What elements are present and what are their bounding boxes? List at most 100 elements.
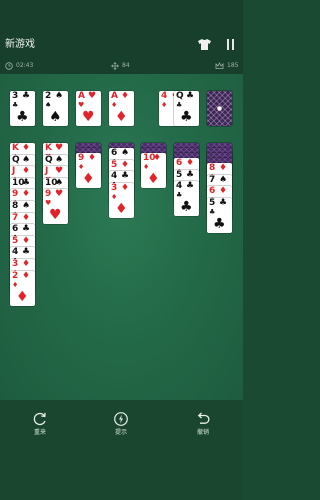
restart-button[interactable]: 重来 [25,411,55,441]
timer-value: 02:43 [16,62,34,69]
card-corner-suit-icon: ♥ [55,143,64,153]
card-center-suit-icon: ♠ [49,109,62,125]
card-corner-suit-icon: ♣ [186,169,195,180]
card-rank: 2 [12,270,19,281]
card-corner-suit-icon: ♣ [22,177,31,188]
tableau-card[interactable]: 4 ♣ ♣ ♣ [174,181,199,217]
card-corner-suit-icon: ♥ [88,91,97,101]
card-center-suit-icon: ♥ [49,207,62,224]
card-corner-suit-icon: ♥ [55,189,64,200]
card-theme-icon[interactable] [198,39,211,50]
card-rank: 6 [176,158,183,168]
tableau-card[interactable]: 5 ♣ ♣ ♣ [207,197,232,233]
foundation-card[interactable]: 3 ♣ ♣ ♣ [10,91,35,126]
card-corner-suit-icon: ♣ [22,91,31,101]
card-suit-icon: ♥ [78,101,85,109]
card-rank: 3 [12,91,19,101]
card-rank: 9 [45,189,52,200]
card-rank: 8 [12,201,19,211]
card-rank: 3 [111,182,118,193]
new-game-title[interactable]: 新游戏 [5,39,35,51]
card-center-suit-icon: ♣ [16,109,29,125]
card-suit-icon: ♦ [111,192,118,201]
card-corner-suit-icon: ♣ [186,91,195,101]
card-corner-suit-icon: ♣ [121,171,130,182]
card-suit-icon: ♣ [176,191,183,200]
tableau-card[interactable]: 2 ♦ ♦ ♦ [10,270,35,306]
card-rank: A [78,91,85,101]
card-corner-suit-icon: ♦ [186,158,195,168]
card-center-suit-icon: ♣ [180,109,193,125]
tableau-card[interactable]: 9 ♥ ♥ ♥ [43,189,68,225]
card-suit-icon: ♠ [45,101,52,109]
undo-button[interactable]: 撤销 [188,411,218,441]
card-rank: Q [45,154,53,165]
card-rank: 4 [12,247,19,258]
card-corner-suit-icon: ♦ [22,235,31,246]
card-center-suit-icon: ♣ [180,199,193,216]
card-center-suit-icon: ♦ [16,288,29,305]
card-corner-suit-icon: ♦ [121,182,130,193]
card-rank: K [12,143,19,153]
card-rank: 8 [209,163,216,173]
card-corner-suit-icon: ♠ [219,174,228,185]
foundation-card[interactable]: A ♦ ♦ ♦ [109,91,134,126]
foundation-card[interactable]: 2 ♠ ♠ ♠ [43,91,68,126]
card-rank: J [45,166,49,177]
card-rank: Q [176,91,184,101]
tableau-card[interactable]: 9 ♦ ♦ ♦ [76,153,101,188]
card-corner-suit-icon: ♦ [22,259,31,269]
card-rank: 9 [78,153,85,163]
tableau-card[interactable]: 3 ♦ ♦ ♦ [109,182,134,218]
card-corner-suit-icon: ♠ [121,148,130,158]
card-corner-suit-icon: ♣ [22,247,31,258]
card-rank: 5 [12,235,19,246]
card-center-suit-icon: ♥ [82,109,95,125]
card-rank: 4 [161,91,168,101]
card-rank: J [12,166,16,177]
card-rank: A [111,91,118,101]
card-corner-suit-icon: ♦ [22,166,31,177]
card-rank: 6 [209,186,216,197]
card-corner-suit-icon: ♠ [22,201,31,211]
card-corner-suit-icon: ♦ [219,186,228,197]
card-corner-suit-icon: ♦ [219,163,228,173]
card-corner-suit-icon: ♦ [22,143,31,153]
undo-label: 撤销 [196,429,209,436]
card-suit-icon: ♥ [45,199,52,208]
waste-card[interactable]: Q ♣ ♣ ♣ [174,91,199,126]
card-corner-suit-icon: ♦ [121,159,130,170]
moves-value: 84 [122,62,130,69]
card-corner-suit-icon: ♦ [22,270,31,281]
stats-bar: 02:43 84 185 [0,58,243,74]
card-center-suit-icon: ♦ [82,171,95,187]
card-rank: 5 [111,159,118,170]
card-suit-icon: ♦ [143,163,150,171]
card-rank: 4 [176,181,183,192]
card-corner-suit-icon: ♦ [121,91,130,101]
hint-button[interactable]: 提示 [106,411,136,441]
card-rank: 6 [12,224,19,235]
tableau-card[interactable]: 10 ♦ ♦ ♦ [141,153,166,188]
foundation-card[interactable]: A ♥ ♥ ♥ [76,91,101,126]
score-value: 185 [227,62,239,69]
pause-icon[interactable] [226,39,236,51]
restart-icon [33,412,46,426]
card-corner-suit-icon: ♦ [88,153,97,163]
card-suit-icon: ♦ [111,101,118,109]
hint-label: 提示 [114,429,127,436]
card-corner-suit-icon: ♣ [22,224,31,235]
card-suit-icon: ♦ [78,163,85,171]
card-rank: 7 [209,174,216,185]
card-corner-suit-icon: ♦ [22,189,31,200]
moves-icon [111,62,119,70]
card-corner-suit-icon: ♠ [55,91,64,101]
stock-pile[interactable] [207,91,232,126]
card-corner-suit-icon: ♣ [219,197,228,208]
card-rank: 7 [12,212,19,223]
card-center-suit-icon: ♣ [213,215,226,232]
card-corner-suit-icon: ♠ [55,154,64,165]
hint-icon [114,412,128,426]
crown-icon [215,62,224,69]
card-corner-suit-icon: ♥ [55,166,64,177]
